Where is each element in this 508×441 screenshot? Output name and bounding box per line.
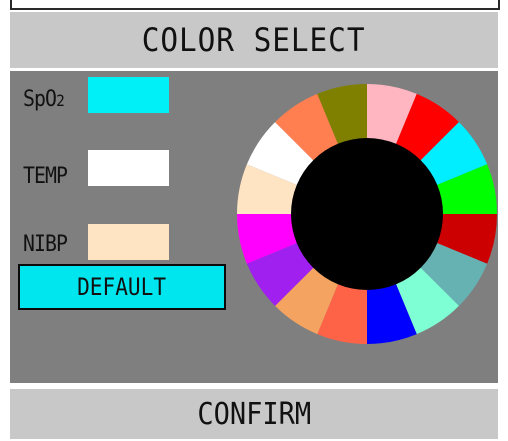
spo2-label-subscript: 2 [56,91,65,110]
top-border-line [10,8,500,10]
color-palette-wheel [237,84,497,344]
color-select-screen: COLOR SELECT SpO2 TEMP NIBP DEFAULT CONF… [0,0,508,441]
nibp-color-swatch[interactable] [88,224,169,260]
spo2-label: SpO2 [23,87,65,112]
top-border-tick-right [498,0,500,9]
default-button[interactable]: DEFAULT [18,264,226,310]
spo2-color-swatch[interactable] [88,77,169,113]
temp-label: TEMP [23,164,68,189]
panel-divider [10,383,498,386]
palette-center [291,138,443,290]
title-bar: COLOR SELECT [10,12,498,68]
default-button-label: DEFAULT [77,273,167,301]
confirm-button[interactable]: CONFIRM [10,389,498,439]
page-title: COLOR SELECT [142,21,366,59]
top-border-tick-left [10,0,12,9]
nibp-label: NIBP [23,232,68,257]
spo2-label-main: SpO [23,87,57,112]
confirm-button-label: CONFIRM [197,396,311,432]
temp-color-swatch[interactable] [88,150,169,186]
